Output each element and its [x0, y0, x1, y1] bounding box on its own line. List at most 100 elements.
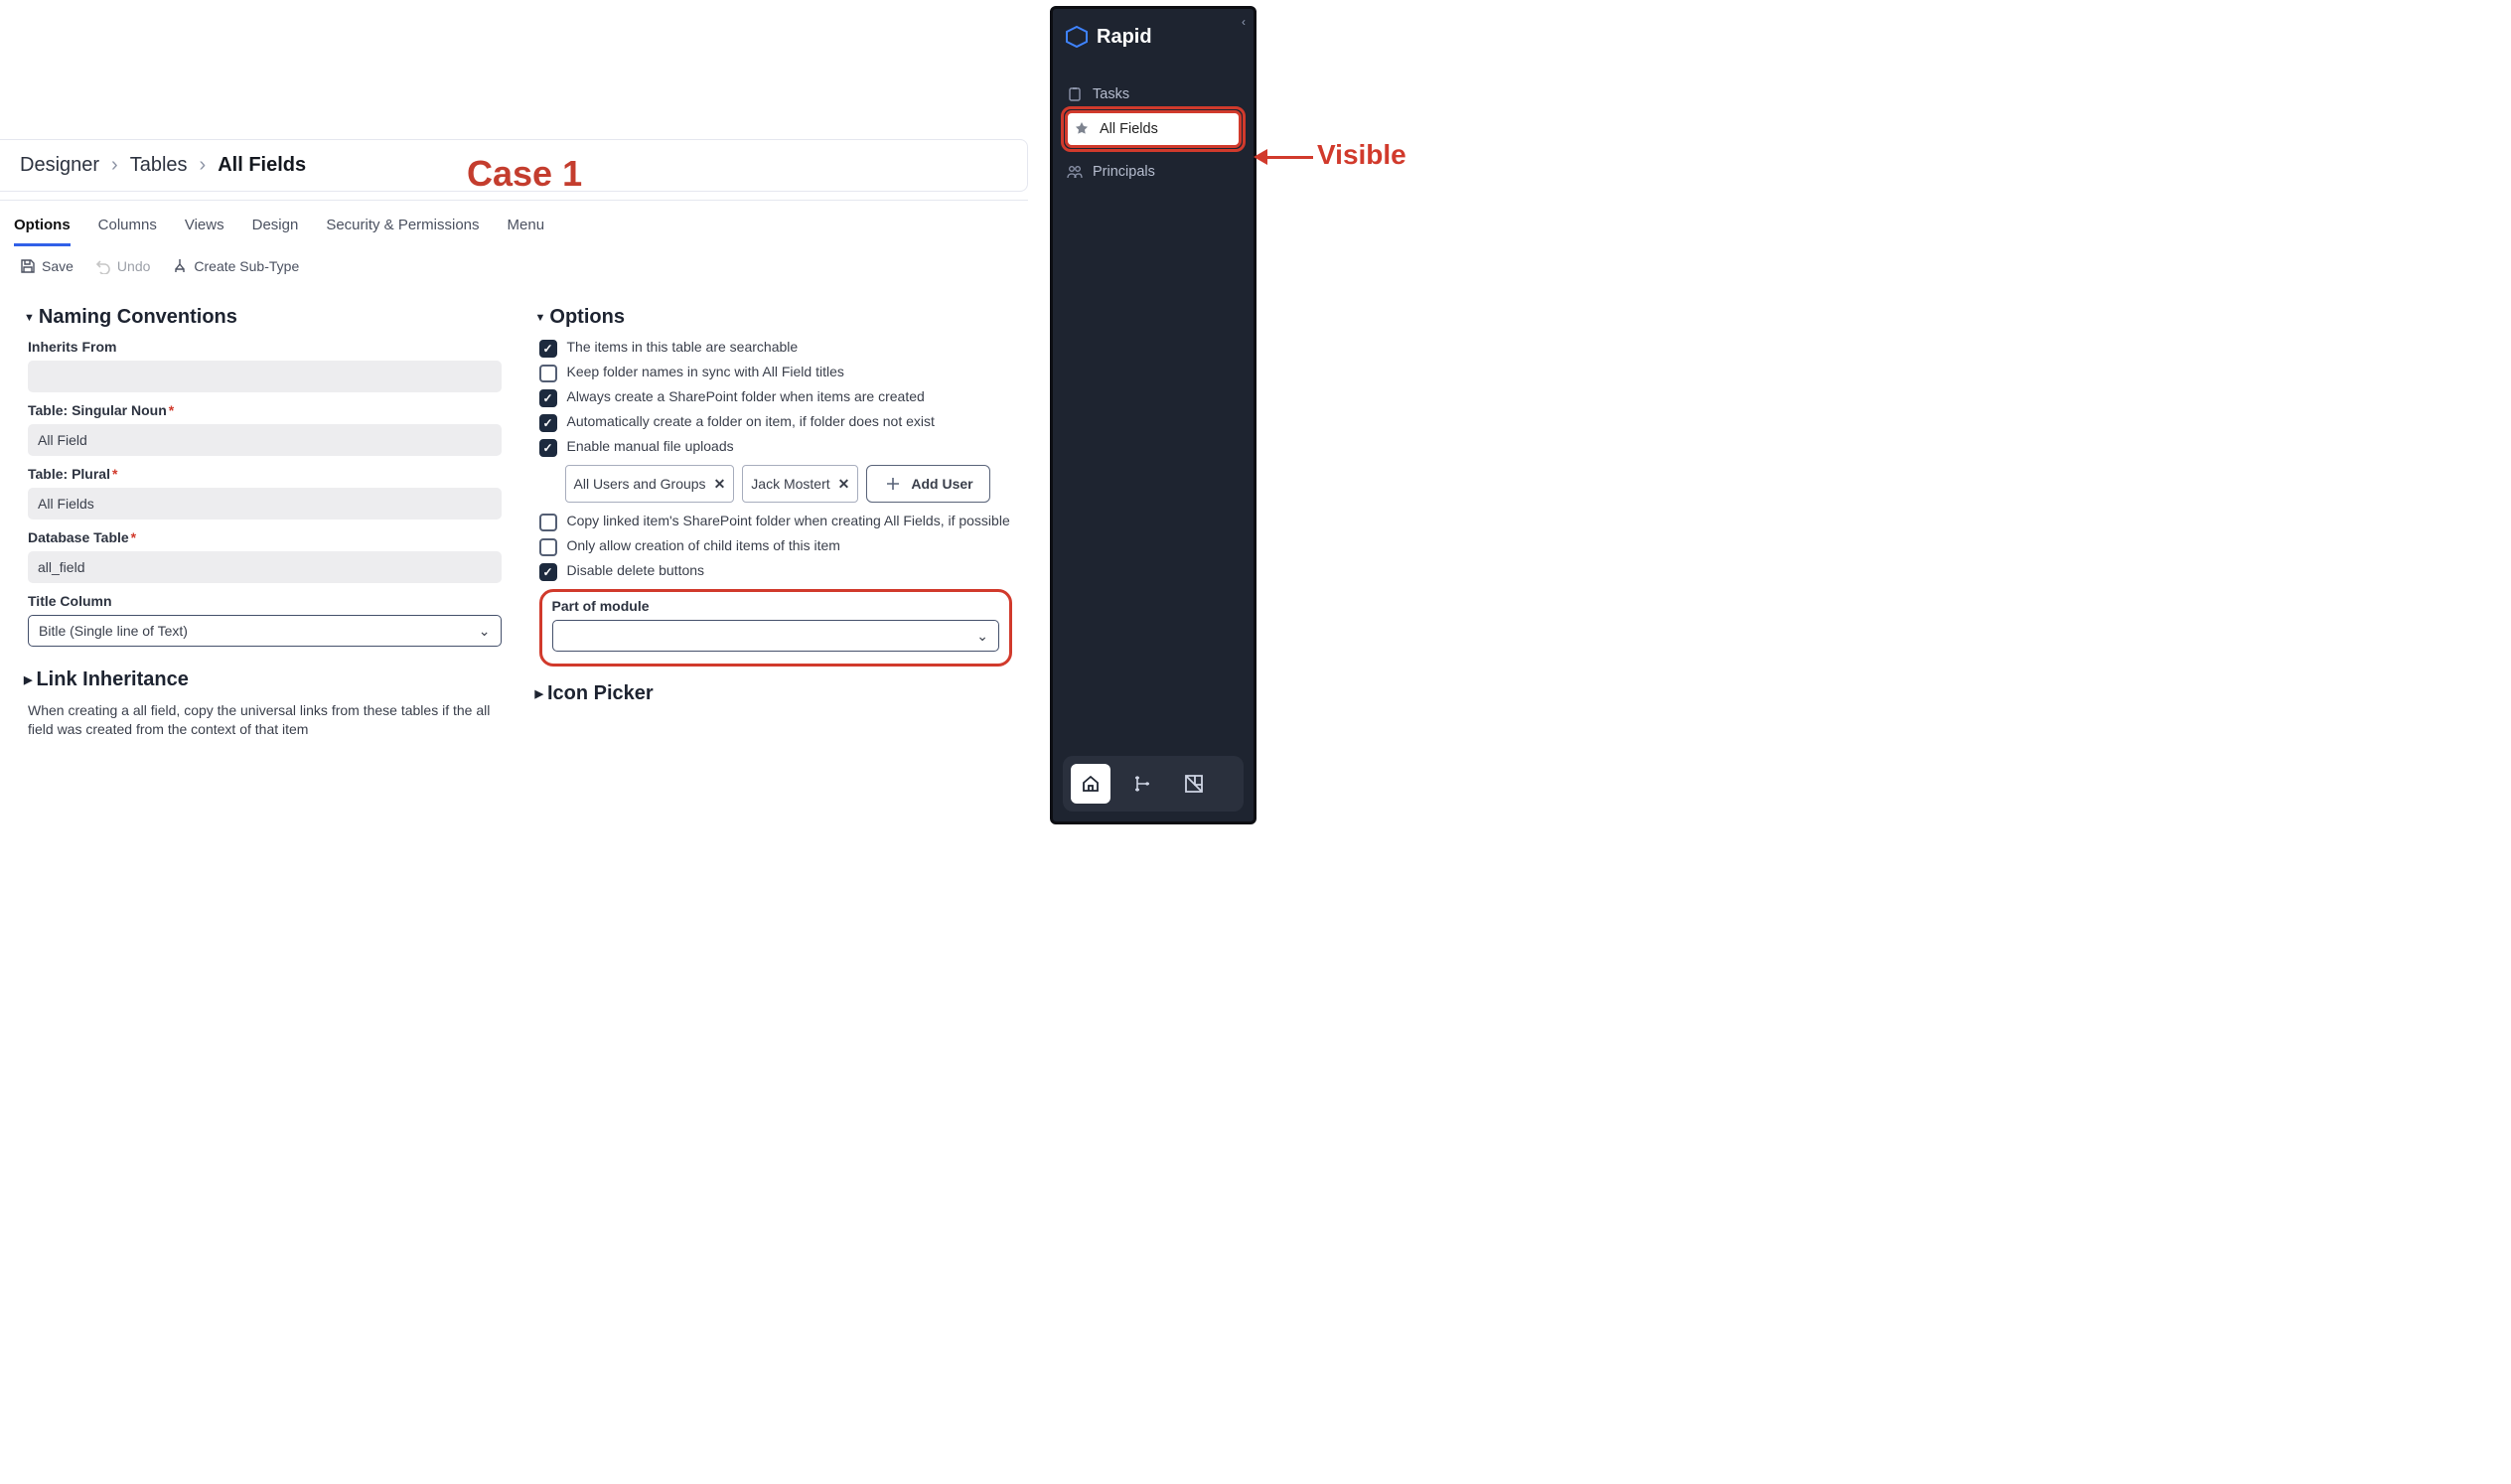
create-sub-type-button[interactable]: Create Sub-Type	[172, 258, 299, 274]
sidebar-footer	[1063, 756, 1244, 812]
designer-page: Designer › Tables › All Fields Options C…	[0, 139, 1028, 769]
checkbox-disable-delete[interactable]	[539, 563, 557, 581]
tab-options[interactable]: Options	[14, 211, 71, 246]
breadcrumb-seg-designer[interactable]: Designer	[20, 154, 99, 177]
chevron-right-icon: ›	[200, 154, 207, 177]
chevron-right-icon: ›	[111, 154, 118, 177]
breadcrumb-current: All Fields	[218, 154, 306, 177]
users-icon	[1067, 164, 1083, 180]
save-label: Save	[42, 258, 74, 274]
clipboard-icon	[1067, 86, 1083, 102]
singular-noun-input[interactable]	[28, 424, 502, 456]
checkbox-searchable[interactable]	[539, 340, 557, 358]
database-table-input[interactable]	[28, 551, 502, 583]
option-create-sp-folder-label: Always create a SharePoint folder when i…	[567, 388, 925, 404]
part-of-module-select[interactable]: ⌄	[552, 620, 1000, 652]
remove-chip-icon[interactable]: ✕	[714, 476, 726, 493]
link-inheritance-title: Link Inheritance	[36, 668, 188, 691]
singular-noun-label: Table: Singular Noun*	[28, 402, 502, 418]
add-user-label: Add User	[911, 476, 972, 492]
caret-down-icon: ▼	[24, 312, 35, 324]
inherits-from-label: Inherits From	[28, 339, 502, 355]
brand-logo-icon	[1065, 25, 1089, 49]
checkbox-auto-folder[interactable]	[539, 414, 557, 432]
user-chip-all-users[interactable]: All Users and Groups ✕	[565, 465, 735, 503]
option-disable-delete-label: Disable delete buttons	[567, 562, 705, 578]
title-column-select[interactable]: Bitle (Single line of Text) ⌄	[28, 615, 502, 647]
option-copy-linked-label: Copy linked item's SharePoint folder whe…	[567, 513, 1010, 528]
checkbox-create-sp-folder[interactable]	[539, 389, 557, 407]
sidebar-item-label: Tasks	[1093, 86, 1129, 102]
caret-right-icon: ▶	[535, 687, 543, 700]
checkbox-copy-linked-folder[interactable]	[539, 514, 557, 531]
user-chip-label: All Users and Groups	[574, 476, 706, 492]
plural-input[interactable]	[28, 488, 502, 519]
tab-views[interactable]: Views	[185, 211, 224, 246]
upload-users-row: All Users and Groups ✕ Jack Mostert ✕ Ad…	[565, 465, 1013, 503]
collapse-caret-icon[interactable]: ‹	[1242, 15, 1246, 29]
checkbox-manual-upload[interactable]	[539, 439, 557, 457]
database-table-label: Database Table*	[28, 529, 502, 545]
brand-name: Rapid	[1097, 26, 1152, 49]
chevron-down-icon: ⌄	[976, 628, 988, 645]
naming-conventions-header[interactable]: ▼ Naming Conventions	[24, 306, 502, 329]
part-of-module-label: Part of module	[552, 598, 1000, 614]
part-of-module-highlight: Part of module ⌄	[539, 589, 1013, 667]
checkbox-only-child-items[interactable]	[539, 538, 557, 556]
options-title: Options	[549, 306, 625, 329]
checkbox-sync-folder-names[interactable]	[539, 365, 557, 382]
tab-design[interactable]: Design	[252, 211, 299, 246]
add-user-button[interactable]: Add User	[866, 465, 989, 503]
tab-security-permissions[interactable]: Security & Permissions	[326, 211, 479, 246]
form-columns: ▼ Naming Conventions Inherits From Table…	[0, 282, 1028, 739]
option-only-child-label: Only allow creation of child items of th…	[567, 537, 840, 553]
option-manual-upload-label: Enable manual file uploads	[567, 438, 734, 454]
options-column: ▼ Options The items in this table are se…	[539, 296, 1013, 739]
sidebar-highlight: All Fields	[1061, 106, 1246, 152]
subtype-icon	[172, 258, 188, 274]
undo-label: Undo	[117, 258, 150, 274]
inherits-from-input[interactable]	[28, 361, 502, 392]
tab-bar: Options Columns Views Design Security & …	[0, 200, 1028, 246]
toolbar: Save Undo Create Sub-Type	[0, 246, 1028, 282]
annotation-arrow	[1254, 149, 1313, 165]
option-auto-folder-label: Automatically create a folder on item, i…	[567, 413, 935, 429]
annotation-visible-label: Visible	[1317, 139, 1406, 171]
naming-column: ▼ Naming Conventions Inherits From Table…	[28, 296, 502, 739]
sidebar-item-principals[interactable]: Principals	[1061, 156, 1246, 188]
icon-picker-title: Icon Picker	[547, 682, 654, 705]
plus-icon	[883, 474, 903, 494]
tab-columns[interactable]: Columns	[98, 211, 157, 246]
user-chip-label: Jack Mostert	[751, 476, 829, 492]
sidebar-item-all-fields[interactable]: All Fields	[1068, 113, 1239, 145]
title-column-selected-value: Bitle (Single line of Text)	[39, 623, 188, 639]
options-header[interactable]: ▼ Options	[535, 306, 1013, 329]
option-searchable-label: The items in this table are searchable	[567, 339, 799, 355]
brand: Rapid	[1065, 25, 1246, 49]
sidebar-item-label: Principals	[1093, 164, 1155, 180]
home-button[interactable]	[1071, 764, 1110, 804]
caret-right-icon: ▶	[24, 673, 32, 686]
sidebar: ‹ Rapid Tasks All Fields Principals	[1050, 6, 1256, 824]
link-inheritance-header[interactable]: ▶ Link Inheritance	[24, 668, 502, 691]
hierarchy-button[interactable]	[1122, 764, 1162, 804]
save-button[interactable]: Save	[20, 258, 74, 274]
link-inheritance-desc: When creating a all field, copy the univ…	[28, 701, 502, 739]
breadcrumb: Designer › Tables › All Fields	[0, 139, 1028, 192]
plural-label: Table: Plural*	[28, 466, 502, 482]
remove-chip-icon[interactable]: ✕	[838, 476, 850, 493]
user-chip-jack-mostert[interactable]: Jack Mostert ✕	[742, 465, 858, 503]
undo-button[interactable]: Undo	[95, 258, 150, 274]
option-sync-folder-label: Keep folder names in sync with All Field…	[567, 364, 844, 379]
sidebar-item-label: All Fields	[1100, 121, 1158, 137]
star-icon	[1074, 121, 1090, 137]
designer-button[interactable]	[1174, 764, 1214, 804]
create-sub-type-label: Create Sub-Type	[194, 258, 299, 274]
tab-menu[interactable]: Menu	[508, 211, 545, 246]
chevron-down-icon: ⌄	[479, 623, 491, 640]
caret-down-icon: ▼	[535, 312, 546, 324]
naming-conventions-title: Naming Conventions	[39, 306, 237, 329]
icon-picker-header[interactable]: ▶ Icon Picker	[535, 682, 1013, 705]
breadcrumb-seg-tables[interactable]: Tables	[130, 154, 188, 177]
undo-icon	[95, 258, 111, 274]
